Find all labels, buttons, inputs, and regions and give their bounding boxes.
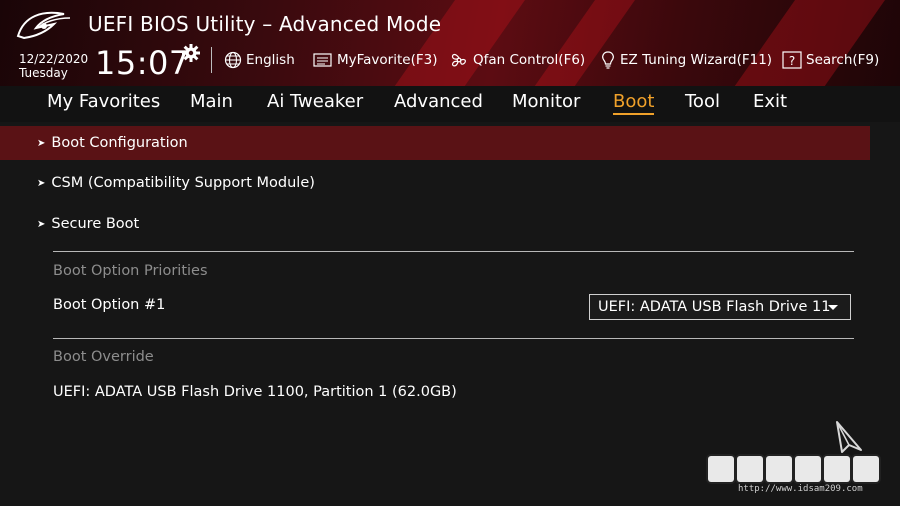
header-separator <box>211 47 212 73</box>
watermark: http://www.idsam209.com <box>708 456 888 502</box>
submenu-boot-configuration[interactable]: ➤ Boot Configuration <box>0 126 870 160</box>
section-divider <box>53 251 854 252</box>
header-bar: UEFI BIOS Utility – Advanced Mode 12/22/… <box>0 0 900 86</box>
chevron-right-icon: ➤ <box>37 177 46 189</box>
date-display: 12/22/2020 Tuesday <box>19 52 88 80</box>
submenu-secure-boot[interactable]: ➤ Secure Boot <box>0 207 870 241</box>
tab-monitor[interactable]: Monitor <box>512 91 580 112</box>
boot-override-item[interactable]: UEFI: ADATA USB Flash Drive 1100, Partit… <box>53 384 457 400</box>
qfan-label: Qfan Control(F6) <box>473 52 586 68</box>
tab-main[interactable]: Main <box>190 91 233 112</box>
tab-exit[interactable]: Exit <box>753 91 787 112</box>
boot-settings-panel: ➤ Boot Configuration ➤ CSM (Compatibilit… <box>0 122 900 506</box>
submenu-label: Boot Configuration <box>51 135 188 151</box>
watermark-url: http://www.idsam209.com <box>738 484 863 494</box>
tab-advanced[interactable]: Advanced <box>394 91 483 112</box>
fan-icon <box>451 53 466 67</box>
myfavorite-label: MyFavorite(F3) <box>337 52 438 68</box>
submenu-label: Secure Boot <box>51 216 140 232</box>
watermark-logo-icon <box>708 456 888 482</box>
search-help-icon: ? <box>782 51 802 69</box>
section-divider <box>53 338 854 339</box>
ez-tuning-label: EZ Tuning Wizard(F11) <box>620 52 773 68</box>
app-title: UEFI BIOS Utility – Advanced Mode <box>88 12 442 36</box>
time-display: 15:07 <box>95 44 190 82</box>
submenu-label: CSM (Compatibility Support Module) <box>51 175 315 191</box>
language-button[interactable]: English <box>224 48 295 72</box>
tab-boot[interactable]: Boot <box>613 91 655 115</box>
boot-override-heading: Boot Override <box>53 349 154 365</box>
day-text: Tuesday <box>19 66 68 80</box>
myfavorite-button[interactable]: MyFavorite(F3) <box>313 48 437 72</box>
globe-icon <box>224 51 242 69</box>
tab-ai-tweaker[interactable]: Ai Tweaker <box>267 91 363 112</box>
svg-text:?: ? <box>789 54 795 68</box>
boot-option-1-label: Boot Option #1 <box>53 297 166 313</box>
gear-icon[interactable] <box>181 43 201 63</box>
chevron-down-icon <box>828 305 838 310</box>
ez-tuning-button[interactable]: EZ Tuning Wizard(F11) <box>600 48 772 72</box>
mouse-cursor-icon <box>836 421 862 453</box>
tab-tool[interactable]: Tool <box>685 91 720 112</box>
search-button[interactable]: ? Search(F9) <box>782 48 879 72</box>
boot-option-1-dropdown[interactable]: UEFI: ADATA USB Flash Drive 11 <box>589 294 851 320</box>
lightbulb-icon <box>602 51 614 69</box>
date-text: 12/22/2020 <box>19 52 89 66</box>
search-label: Search(F9) <box>806 52 880 68</box>
favorite-list-icon <box>313 53 332 67</box>
rog-logo-icon <box>16 11 71 40</box>
language-label: English <box>246 52 295 68</box>
chevron-right-icon: ➤ <box>37 218 46 230</box>
boot-option-priorities-heading: Boot Option Priorities <box>53 263 208 279</box>
tab-my-favorites[interactable]: My Favorites <box>47 91 160 112</box>
qfan-control-button[interactable]: Qfan Control(F6) <box>449 48 585 72</box>
main-menu-tabs: My Favorites Main Ai Tweaker Advanced Mo… <box>0 86 900 122</box>
chevron-right-icon: ➤ <box>37 137 46 149</box>
submenu-csm[interactable]: ➤ CSM (Compatibility Support Module) <box>0 166 870 200</box>
boot-option-1-value: UEFI: ADATA USB Flash Drive 11 <box>598 299 831 315</box>
